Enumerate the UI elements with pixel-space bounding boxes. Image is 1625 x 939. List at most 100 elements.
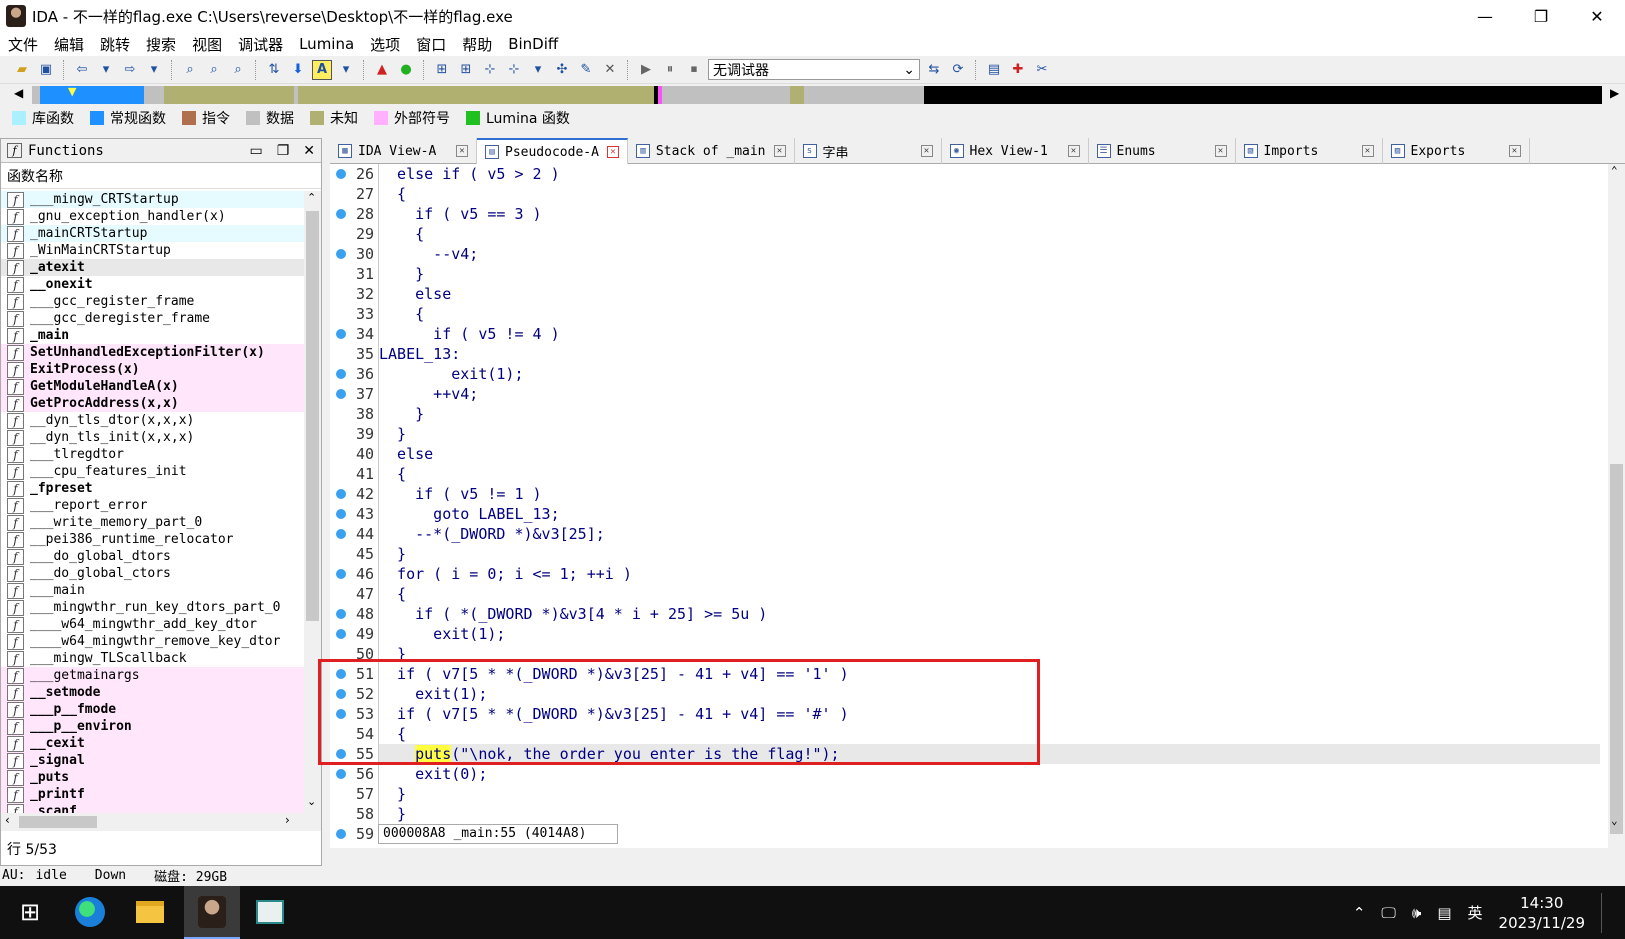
code-line[interactable]: } [379, 804, 1600, 824]
tab-2[interactable]: ▥ Stack of _main ✕ [628, 138, 795, 164]
ime-indicator[interactable]: 英 [1468, 902, 1483, 923]
code-line[interactable]: { [379, 304, 1600, 324]
function-row[interactable]: f __setmode [1, 684, 306, 701]
function-row[interactable]: f ___report_error [1, 497, 306, 514]
back-arrow-icon[interactable]: ⇦ [72, 60, 92, 80]
breakpoint-dot-icon[interactable] [336, 609, 346, 619]
scroll-down-icon[interactable]: ⌄ [1611, 814, 1618, 827]
breakpoint-dot-icon[interactable] [336, 369, 346, 379]
dropdown-arrow-icon[interactable]: ▾ [336, 60, 356, 80]
dropdown-arrow-icon[interactable]: ▾ [528, 60, 548, 80]
add-label-icon[interactable]: ⊹ [504, 60, 524, 80]
windows-start-icon[interactable]: ⊞ [12, 894, 48, 930]
code-line[interactable]: } [379, 404, 1600, 424]
menu-item-2[interactable]: 跳转 [100, 34, 130, 55]
search-next-icon[interactable]: ⇅ [264, 60, 284, 80]
forward-arrow-icon[interactable]: ⇨ [120, 60, 140, 80]
function-row[interactable]: f _mainCRTStartup [1, 225, 306, 242]
function-row[interactable]: f _signal [1, 752, 306, 769]
code-line[interactable]: if ( v5 != 4 ) [379, 324, 1600, 344]
menu-item-9[interactable]: 帮助 [462, 34, 492, 55]
navigation-strip[interactable]: ▼ [32, 85, 1602, 104]
network-icon[interactable]: 🖵 [1381, 904, 1395, 922]
volume-icon[interactable]: 🕪 [1412, 904, 1421, 922]
functions-horizontal-scrollbar[interactable]: ‹ › [1, 813, 306, 831]
add-func-icon[interactable]: ⊹ [480, 60, 500, 80]
function-row[interactable]: f ___mingw_TLScallback [1, 650, 306, 667]
code-line[interactable]: { [379, 584, 1600, 604]
menu-item-8[interactable]: 窗口 [416, 34, 446, 55]
code-line[interactable]: if ( v7[5 * *(_DWORD *)&v3[25] - 41 + v4… [379, 664, 1600, 684]
nav-right-arrow-icon[interactable]: ▶ [1610, 86, 1619, 100]
code-line[interactable]: else [379, 444, 1600, 464]
terminal-app-icon[interactable] [252, 894, 288, 930]
code-line[interactable]: exit(1); [379, 624, 1600, 644]
code-line[interactable]: goto LABEL_13; [379, 504, 1600, 524]
code-line[interactable]: else if ( v5 > 2 ) [379, 164, 1600, 184]
refresh-icon[interactable]: ⟳ [948, 60, 968, 80]
code-line[interactable]: LABEL_13: [379, 344, 1600, 364]
code-line[interactable]: if ( v7[5 * *(_DWORD *)&v3[25] - 41 + v4… [379, 704, 1600, 724]
code-line[interactable]: exit(0); [379, 764, 1600, 784]
scrollbar-thumb[interactable] [1610, 464, 1623, 834]
panel-maximize-icon[interactable]: ▭ [249, 143, 262, 159]
dropdown-arrow-icon[interactable]: ▾ [144, 60, 164, 80]
breakpoint-dot-icon[interactable] [336, 489, 346, 499]
breakpoint-dot-icon[interactable] [336, 529, 346, 539]
clock[interactable]: 14:30 2023/11/29 [1499, 893, 1585, 933]
tab-close-icon[interactable]: ✕ [606, 146, 619, 158]
code-line[interactable]: } [379, 544, 1600, 564]
function-row[interactable]: f _fpreset [1, 480, 306, 497]
breakpoint-dot-icon[interactable] [336, 249, 346, 259]
function-name-column-header[interactable]: 函数名称 [1, 163, 321, 189]
function-row[interactable]: f ExitProcess(x) [1, 361, 306, 378]
code-line[interactable]: ++v4; [379, 384, 1600, 404]
function-row[interactable]: f ___tlregdtor [1, 446, 306, 463]
attach-icon[interactable]: ⇆ [924, 60, 944, 80]
minimize-button[interactable]: — [1457, 0, 1513, 32]
breakpoint-dot-icon[interactable] [336, 209, 346, 219]
dropdown-arrow-icon[interactable]: ▾ [96, 60, 116, 80]
code-line[interactable]: if ( v5 == 3 ) [379, 204, 1600, 224]
breakpoint-dot-icon[interactable] [336, 669, 346, 679]
function-row[interactable]: f __onexit [1, 276, 306, 293]
code-line[interactable]: --v4; [379, 244, 1600, 264]
code-line[interactable]: { [379, 724, 1600, 744]
function-row[interactable]: f ___main [1, 582, 306, 599]
code-line[interactable]: { [379, 184, 1600, 204]
add-enum-icon[interactable]: ⊞ [456, 60, 476, 80]
notification-icon[interactable]: ▤ [1437, 904, 1451, 922]
breakpoint-dot-icon[interactable] [336, 709, 346, 719]
debugger-select[interactable]: 无调试器 ⌄ [708, 59, 920, 80]
tab-0[interactable]: ▦ IDA View-A ✕ [330, 138, 477, 164]
function-row[interactable]: f ___p__fmode [1, 701, 306, 718]
panel-restore-icon[interactable]: ❐ [277, 143, 290, 159]
save-icon[interactable]: ▣ [36, 60, 56, 80]
text-tool-icon[interactable]: A [312, 59, 332, 80]
function-row[interactable]: f GetModuleHandleA(x) [1, 378, 306, 395]
breakpoint-dot-icon[interactable] [336, 509, 346, 519]
code-line[interactable]: } [379, 644, 1600, 664]
function-row[interactable]: f _printf [1, 786, 306, 803]
breakpoint-dot-icon[interactable] [336, 329, 346, 339]
function-row[interactable]: f ___do_global_dtors [1, 548, 306, 565]
code-line[interactable]: { [379, 224, 1600, 244]
breakpoint-dot-icon[interactable] [336, 749, 346, 759]
scrollbar-thumb[interactable] [19, 816, 97, 828]
tab-5[interactable]: ☰ Enums ✕ [1089, 138, 1236, 164]
panel-close-icon[interactable]: ✕ [303, 143, 315, 159]
function-row[interactable]: f _gnu_exception_handler(x) [1, 208, 306, 225]
function-row[interactable]: f ___gcc_register_frame [1, 293, 306, 310]
function-row[interactable]: f __cexit [1, 735, 306, 752]
code-line[interactable]: puts("\nok, the order you enter is the f… [379, 744, 1600, 764]
breakpoint-dot-icon[interactable] [336, 569, 346, 579]
menu-item-4[interactable]: 视图 [192, 34, 222, 55]
code-line[interactable]: } [379, 264, 1600, 284]
show-desktop-button[interactable] [1601, 892, 1605, 933]
tab-close-icon[interactable]: ✕ [1067, 145, 1080, 157]
menu-item-5[interactable]: 调试器 [238, 34, 283, 55]
scroll-down-icon[interactable]: ⌄ [307, 795, 316, 808]
function-row[interactable]: f _atexit [1, 259, 306, 276]
edge-browser-icon[interactable] [72, 894, 108, 930]
tab-close-icon[interactable]: ✕ [1508, 145, 1521, 157]
